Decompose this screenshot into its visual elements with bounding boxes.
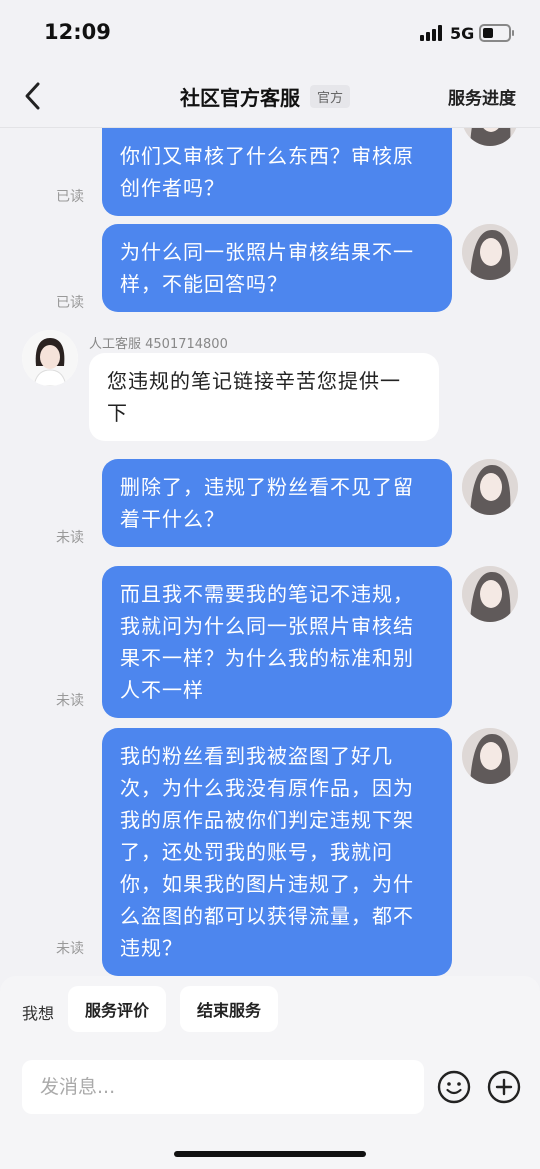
signal-icon [420, 25, 442, 41]
message-text: 为什么同一张照片审核结果不一样，不能回答吗？ [120, 240, 414, 296]
emoji-button[interactable] [437, 1070, 471, 1104]
service-progress-link[interactable]: 服务进度 [448, 84, 516, 109]
agent-avatar[interactable] [22, 330, 78, 386]
user-avatar[interactable] [462, 224, 518, 280]
message-bubble-outgoing[interactable]: 删除了，违规了粉丝看不见了留着干什么？ [102, 459, 452, 547]
message-text: 删除了，违规了粉丝看不见了留着干什么？ [120, 475, 414, 531]
message-bubble-outgoing[interactable]: 为什么同一张照片审核结果不一样，不能回答吗？ [102, 224, 452, 312]
emoji-icon [437, 1070, 471, 1104]
user-avatar[interactable] [462, 459, 518, 515]
read-status: 已读 [56, 295, 84, 311]
page-title: 社区官方客服 [180, 86, 300, 110]
message-bubble-outgoing[interactable]: 我的粉丝看到我被盗图了好几次，为什么我没有原作品，因为我的原作品被你们判定违规下… [102, 728, 452, 976]
official-badge: 官方 [310, 85, 351, 108]
end-service-button[interactable]: 结束服务 [180, 986, 279, 1032]
agent-label: 人工客服 4501714800 [89, 337, 228, 352]
read-status: 未读 [56, 530, 84, 546]
status-time: 12:09 [44, 20, 111, 44]
nav-title-group: 社区官方客服 官方 [180, 82, 351, 111]
status-bar: 12:09 5G [0, 0, 540, 64]
user-avatar[interactable] [462, 566, 518, 622]
message-bubble-outgoing[interactable]: 而且我不需要我的笔记不违规，我就问为什么同一张照片审核结果不一样？为什么我的标准… [102, 566, 452, 718]
quick-action-label: 我想 [22, 1004, 55, 1023]
message-input[interactable] [22, 1060, 424, 1114]
user-avatar[interactable] [462, 128, 518, 146]
message-bubble-outgoing[interactable]: 你们又审核了什么东西？审核原创作者吗？ [102, 128, 452, 216]
battery-icon [479, 24, 514, 42]
message-text: 您违规的笔记链接辛苦您提供一下 [107, 369, 401, 425]
network-label: 5G [450, 24, 475, 43]
message-text: 你们又审核了什么东西？审核原创作者吗？ [120, 144, 414, 200]
service-review-button[interactable]: 服务评价 [68, 986, 167, 1032]
user-avatar[interactable] [462, 728, 518, 784]
message-bubble-incoming[interactable]: 您违规的笔记链接辛苦您提供一下 [89, 353, 439, 441]
plus-icon [487, 1070, 521, 1104]
home-indicator [174, 1151, 366, 1157]
bottom-panel: 我想 服务评价 结束服务 [0, 976, 540, 1169]
message-text: 我的粉丝看到我被盗图了好几次，为什么我没有原作品，因为我的原作品被你们判定违规下… [120, 744, 414, 960]
read-status: 未读 [56, 693, 84, 709]
chat-area[interactable]: 你们又审核了什么东西？审核原创作者吗？ 已读 为什么同一张照片审核结果不一样，不… [0, 128, 540, 976]
plus-button[interactable] [487, 1070, 521, 1104]
back-icon [25, 82, 40, 110]
read-status: 未读 [56, 941, 84, 957]
read-status: 已读 [56, 189, 84, 205]
nav-bar: 社区官方客服 官方 服务进度 [0, 64, 540, 128]
back-button[interactable] [18, 76, 50, 116]
message-text: 而且我不需要我的笔记不违规，我就问为什么同一张照片审核结果不一样？为什么我的标准… [120, 582, 414, 702]
